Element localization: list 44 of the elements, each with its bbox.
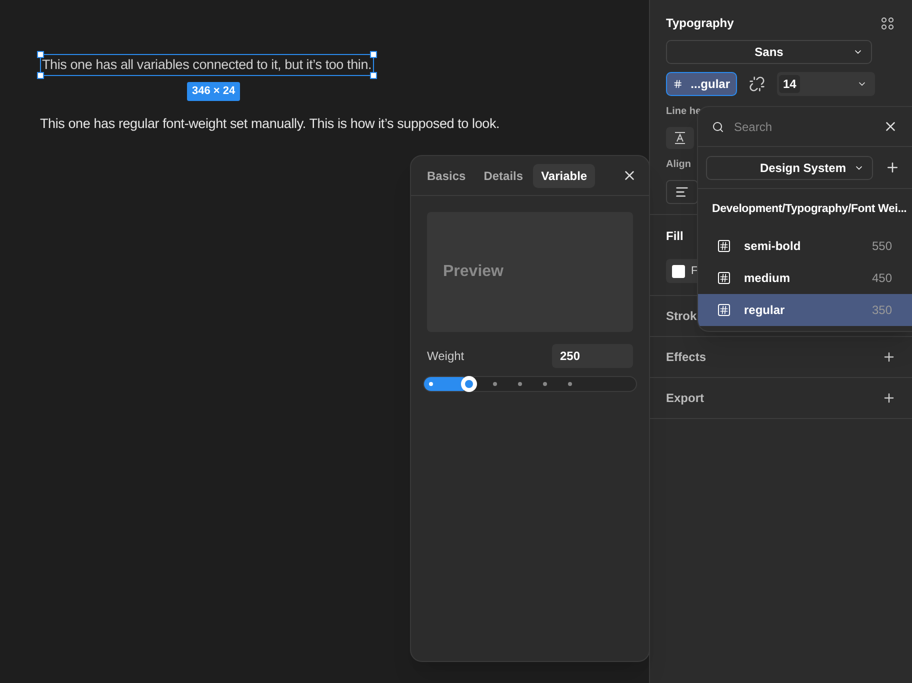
- canvas-text: This one has regular font-weight set manually. This is how it’s supposed to look.: [40, 114, 500, 133]
- preview-area: Preview: [427, 212, 633, 332]
- color-swatch[interactable]: [672, 264, 685, 278]
- section-title: Strok: [666, 308, 697, 325]
- add-icon[interactable]: [885, 160, 900, 175]
- slider-thumb[interactable]: [460, 376, 477, 392]
- resize-handle[interactable]: [37, 51, 44, 58]
- add-icon[interactable]: [882, 350, 896, 364]
- variable-icon: [718, 272, 730, 284]
- close-icon[interactable]: [622, 168, 637, 183]
- search-field[interactable]: Search: [734, 118, 873, 136]
- section-title: Export: [666, 390, 704, 407]
- weight-slider[interactable]: [423, 376, 637, 392]
- library-dropdown[interactable]: Design System: [706, 156, 873, 180]
- font-dropdown[interactable]: Sans: [666, 40, 872, 64]
- variable-icon: [718, 304, 730, 316]
- section-title: Effects: [666, 349, 706, 366]
- tab[interactable]: Details: [476, 164, 532, 188]
- close-icon[interactable]: [883, 119, 898, 134]
- selected-text[interactable]: This one has all variables connected to it, but it’s too thin.: [41, 55, 373, 76]
- line-height-icon[interactable]: [674, 132, 686, 144]
- add-icon[interactable]: [882, 391, 896, 405]
- styles-icon[interactable]: [881, 16, 894, 30]
- detach-icon[interactable]: [749, 76, 765, 92]
- variable-icon: [718, 240, 730, 252]
- size-field[interactable]: 14: [777, 72, 875, 96]
- group-title: Development/Typography/Font Wei...: [712, 202, 907, 217]
- resize-handle[interactable]: [37, 72, 44, 80]
- tab[interactable]: Variable: [533, 164, 596, 188]
- variable-item[interactable]: semi-bold 550: [698, 230, 912, 262]
- tab[interactable]: Basics: [419, 164, 474, 188]
- section-title: Fill: [666, 228, 684, 245]
- weight-field[interactable]: 250: [552, 344, 633, 368]
- size-badge: 346 × 24: [187, 82, 240, 101]
- weight-label: Weight: [427, 348, 464, 365]
- align-left-icon[interactable]: [675, 185, 689, 199]
- variable-item[interactable]: regular 350: [698, 294, 912, 326]
- search-icon: [712, 120, 724, 132]
- style-chip[interactable]: ...gular: [666, 72, 737, 96]
- resize-handle[interactable]: [370, 72, 377, 80]
- resize-handle[interactable]: [370, 51, 377, 58]
- section-title: Typography: [666, 15, 734, 32]
- field-label: Align: [666, 158, 691, 172]
- variable-icon: [673, 78, 683, 90]
